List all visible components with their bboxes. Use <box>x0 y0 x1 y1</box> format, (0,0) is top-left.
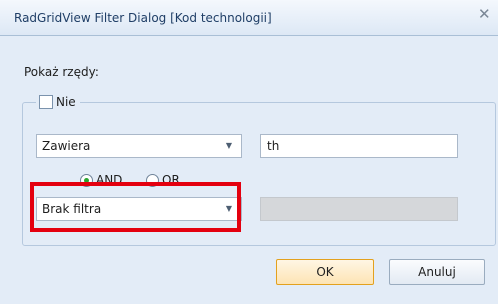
title-bar: RadGridView Filter Dialog [Kod technolog… <box>0 0 498 36</box>
chevron-down-icon[interactable]: ▼ <box>221 139 237 153</box>
value1-input[interactable]: th <box>260 134 458 158</box>
operator1-value: Zawiera <box>42 139 91 153</box>
negate-checkbox[interactable] <box>39 95 53 109</box>
value2-input <box>260 197 458 221</box>
highlight-box <box>30 182 241 232</box>
window-title: RadGridView Filter Dialog [Kod technolog… <box>14 11 272 25</box>
section-label: Pokaż rzędy: <box>24 65 99 79</box>
negate-label: Nie <box>56 95 76 109</box>
operator1-dropdown[interactable]: Zawiera ▼ <box>36 134 242 158</box>
ok-button[interactable]: OK <box>276 259 374 285</box>
negate-checkbox-group[interactable]: Nie <box>36 94 80 110</box>
cancel-button[interactable]: Anuluj <box>389 259 485 285</box>
close-icon[interactable]: ✕ <box>478 7 491 22</box>
